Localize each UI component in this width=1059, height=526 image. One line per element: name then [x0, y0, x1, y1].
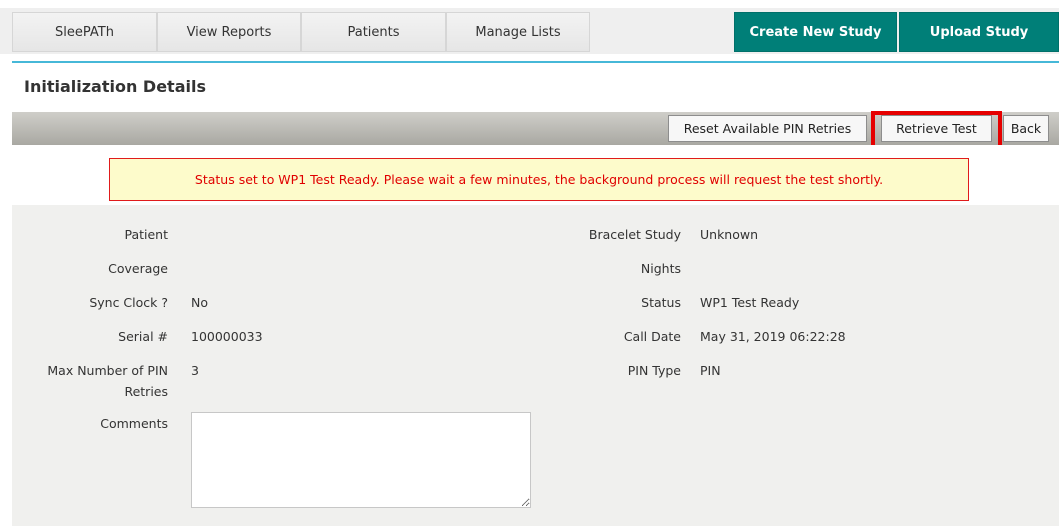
tab-view-reports[interactable]: View Reports — [157, 12, 301, 52]
reset-pin-retries-button[interactable]: Reset Available PIN Retries — [668, 115, 867, 142]
call-date-value: May 31, 2019 06:22:28 — [700, 329, 846, 344]
pin-type-label: PIN Type — [627, 363, 681, 378]
sync-clock-label: Sync Clock ? — [89, 295, 168, 310]
serial-value: 100000033 — [191, 329, 263, 344]
bracelet-study-label: Bracelet Study — [588, 227, 681, 242]
serial-label: Serial # — [118, 329, 168, 344]
comments-label: Comments — [100, 416, 168, 431]
status-message: Status set to WP1 Test Ready. Please wai… — [109, 158, 969, 201]
pin-type-value: PIN — [700, 363, 721, 378]
patient-label: Patient — [124, 227, 168, 242]
coverage-label: Coverage — [108, 261, 168, 276]
bracelet-study-value: Unknown — [700, 227, 759, 242]
status-label: Status — [641, 295, 681, 310]
nights-label: Nights — [640, 261, 681, 276]
tab-patients[interactable]: Patients — [301, 12, 446, 52]
top-navigation: SleePATh View Reports Patients Manage Li… — [0, 0, 1059, 63]
tab-sleepath[interactable]: SleePATh — [12, 12, 157, 52]
create-new-study-button[interactable]: Create New Study — [734, 12, 897, 52]
status-value: WP1 Test Ready — [700, 295, 800, 310]
sync-clock-value: No — [191, 295, 208, 310]
max-pin-retries-value: 3 — [191, 363, 199, 378]
max-pin-retries-label-line2: Retries — [124, 384, 168, 399]
tab-manage-lists[interactable]: Manage Lists — [446, 12, 590, 52]
comments-textarea[interactable] — [191, 412, 531, 508]
back-button[interactable]: Back — [1003, 115, 1049, 142]
page-title: Initialization Details — [24, 77, 206, 96]
upload-study-button[interactable]: Upload Study — [899, 12, 1059, 52]
call-date-label: Call Date — [623, 329, 681, 344]
title-area: Initialization Details — [12, 63, 1059, 112]
max-pin-retries-label-line1: Max Number of PIN — [47, 363, 168, 378]
main-content: Initialization Details Reset Available P… — [12, 63, 1059, 526]
